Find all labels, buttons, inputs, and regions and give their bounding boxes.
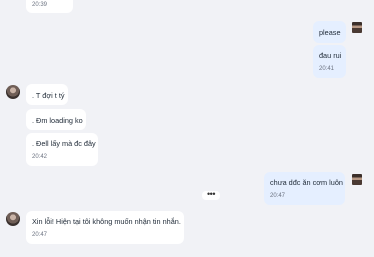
message-text: . T đợi t tý (32, 91, 65, 100)
message-text: Xin lỗi! Hiện tại tôi không muốn nhận ti… (32, 217, 181, 226)
message-bubble-outgoing: đau rui 20:41 (313, 45, 346, 78)
message-time: 20:47 (32, 232, 48, 238)
message-bubble-outgoing: chưa dđc ăn cơm luôn 20:47 (264, 172, 345, 205)
message-time: 20:47 (270, 193, 286, 199)
message-bubble-incoming: 20:39 (26, 0, 73, 13)
message-time: 20:42 (32, 154, 48, 160)
message-time: 20:41 (319, 66, 335, 72)
message-bubble-incoming: . T đợi t tý (26, 84, 68, 105)
contact-avatar (6, 212, 20, 226)
self-avatar (352, 174, 362, 185)
message-text: please (319, 28, 341, 37)
more-options-button[interactable]: ••• (202, 190, 220, 200)
message-bubble-incoming: . Đell lấy mà đc đây 20:42 (26, 133, 98, 166)
message-bubble-outgoing: please (313, 21, 346, 43)
message-text: đau rui (319, 51, 342, 60)
message-bubble-incoming: . Đm loading ko (26, 109, 86, 130)
message-text: chưa dđc ăn cơm luôn (270, 178, 343, 187)
message-text: . Đell lấy mà đc đây (32, 139, 96, 148)
message-text: . Đm loading ko (32, 116, 83, 125)
self-avatar (352, 22, 362, 33)
contact-avatar (6, 85, 20, 99)
message-bubble-incoming: Xin lỗi! Hiện tại tôi không muốn nhận ti… (26, 211, 184, 244)
message-time: 20:39 (32, 2, 48, 8)
